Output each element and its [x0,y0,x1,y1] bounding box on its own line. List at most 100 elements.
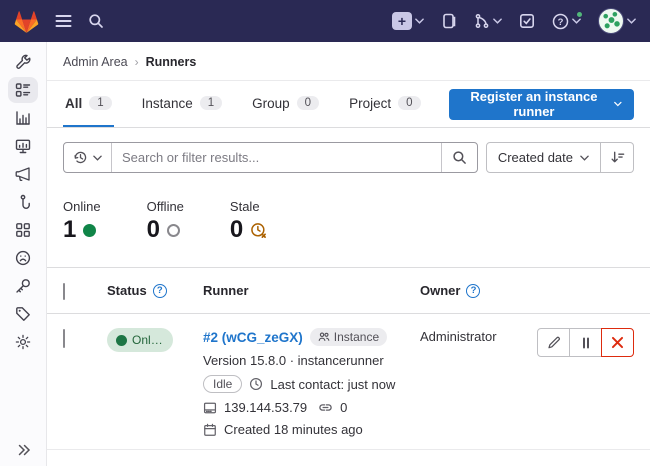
runner-type-label: Instance [334,330,379,344]
main-content: Admin Area › Runners All 1 Instance 1 Gr… [47,42,650,466]
close-x-icon [611,336,624,349]
runner-row-checkbox[interactable] [63,329,65,348]
runners-table-header: Status ? Runner Owner ? [47,267,650,314]
chevron-down-icon [93,155,102,161]
tab-all-label: All [65,96,82,111]
sidebar-item-system-hooks[interactable] [8,189,38,215]
chevron-down-icon [415,18,424,24]
gitlab-tanuki-icon [14,9,39,34]
runner-status-text: Online [132,333,164,347]
help-dropdown[interactable]: ? [552,13,581,30]
todos-button[interactable] [519,13,535,29]
sidebar-item-monitoring[interactable] [8,133,38,159]
chevron-down-icon [493,18,502,24]
help-icon: ? [552,13,569,30]
topbar-search-button[interactable] [88,13,104,29]
sidebar-item-deploy-keys[interactable] [8,273,38,299]
runner-table-row: Online #2 (wCG_zeGX) Instance Version 15… [47,314,650,450]
history-clock-icon [73,150,88,165]
sidebar-item-analytics[interactable] [8,105,38,131]
user-menu-dropdown[interactable] [598,8,636,34]
merge-requests-dropdown[interactable] [474,13,502,29]
double-chevron-right-icon [17,444,31,456]
sort-direction-button[interactable] [601,142,634,173]
gitlab-logo[interactable] [14,9,39,34]
chevron-down-icon [580,155,589,161]
select-all-checkbox[interactable] [63,283,65,300]
online-dot-icon [116,335,127,346]
edit-runner-button[interactable] [537,328,570,357]
tab-instance-count: 1 [200,96,222,110]
runner-version-line: Version 15.8.0 · instancerunner [203,353,420,368]
sidebar-collapse-button[interactable] [0,444,47,456]
chevron-down-icon [614,101,622,107]
tab-instance[interactable]: Instance 1 [140,81,224,127]
stale-clock-icon [250,222,267,239]
online-status-icon [83,224,96,237]
tab-all-count: 1 [89,96,111,110]
sidebar-item-abuse-reports[interactable] [8,245,38,271]
tab-group-count: 0 [297,96,319,110]
stat-stale-label: Stale [230,199,267,214]
register-button-label: Register an instance runner [461,89,608,119]
sort-controls: Created date [486,142,634,173]
applications-grid-icon [15,222,31,238]
sidebar-item-labels[interactable] [8,301,38,327]
breadcrumb-admin-area[interactable]: Admin Area [63,55,128,69]
register-instance-runner-button[interactable]: Register an instance runner [449,89,635,120]
new-item-dropdown[interactable]: + [392,12,424,30]
pencil-icon [547,336,561,350]
pause-icon [580,337,592,349]
runner-owner: Administrator [420,326,497,344]
top-bar: + ? [0,0,650,42]
hamburger-menu-button[interactable] [55,14,72,28]
issues-button[interactable] [441,13,457,29]
filter-bar: Created date [47,128,650,173]
chevron-down-icon [627,18,636,24]
status-help-icon[interactable]: ? [153,284,167,298]
sort-by-dropdown[interactable]: Created date [486,142,601,173]
runner-ip-address: 139.144.53.79 [224,400,307,415]
runner-type-badge: Instance [310,328,387,346]
user-avatar [598,8,624,34]
stat-stale: Stale 0 [230,199,267,243]
runner-link-count: 0 [340,400,347,415]
tab-group-label: Group [252,96,290,111]
key-icon [15,278,31,294]
sidebar-item-overview[interactable] [8,77,38,103]
sidebar-item-applications[interactable] [8,217,38,243]
tab-all[interactable]: All 1 [63,81,114,127]
sidebar-item-admin-wrench[interactable] [8,49,38,75]
search-input[interactable] [112,143,441,172]
runner-created-ago: Created 18 minutes ago [224,422,363,437]
stat-offline: Offline 0 [147,199,184,243]
host-computer-icon [203,401,217,415]
runner-column-header: Runner [203,283,249,298]
tab-instance-label: Instance [142,96,193,111]
bar-chart-icon [15,110,31,126]
delete-runner-button[interactable] [601,328,634,357]
megaphone-icon [15,166,31,182]
sort-by-label: Created date [498,150,573,165]
owner-help-icon[interactable]: ? [466,284,480,298]
stat-offline-value: 0 [147,217,160,243]
tab-group[interactable]: Group 0 [250,81,321,127]
tab-project[interactable]: Project 0 [347,81,422,127]
search-submit-button[interactable] [441,143,477,172]
sidebar-item-settings[interactable] [8,329,38,355]
stat-online: Online 1 [63,199,101,243]
users-icon [318,331,330,343]
search-history-dropdown[interactable] [64,143,112,172]
tab-project-label: Project [349,96,391,111]
sidebar-item-messages[interactable] [8,161,38,187]
tab-project-count: 0 [398,96,420,110]
search-icon [88,13,104,29]
monitor-icon [15,138,31,154]
link-icon [318,400,333,415]
breadcrumb: Admin Area › Runners [47,42,650,81]
overview-list-icon [15,82,31,98]
chevron-down-icon [572,18,581,24]
pause-runner-button[interactable] [569,328,602,357]
runner-activity-badge: Idle [203,375,242,393]
runner-name-link[interactable]: #2 (wCG_zeGX) [203,330,303,345]
